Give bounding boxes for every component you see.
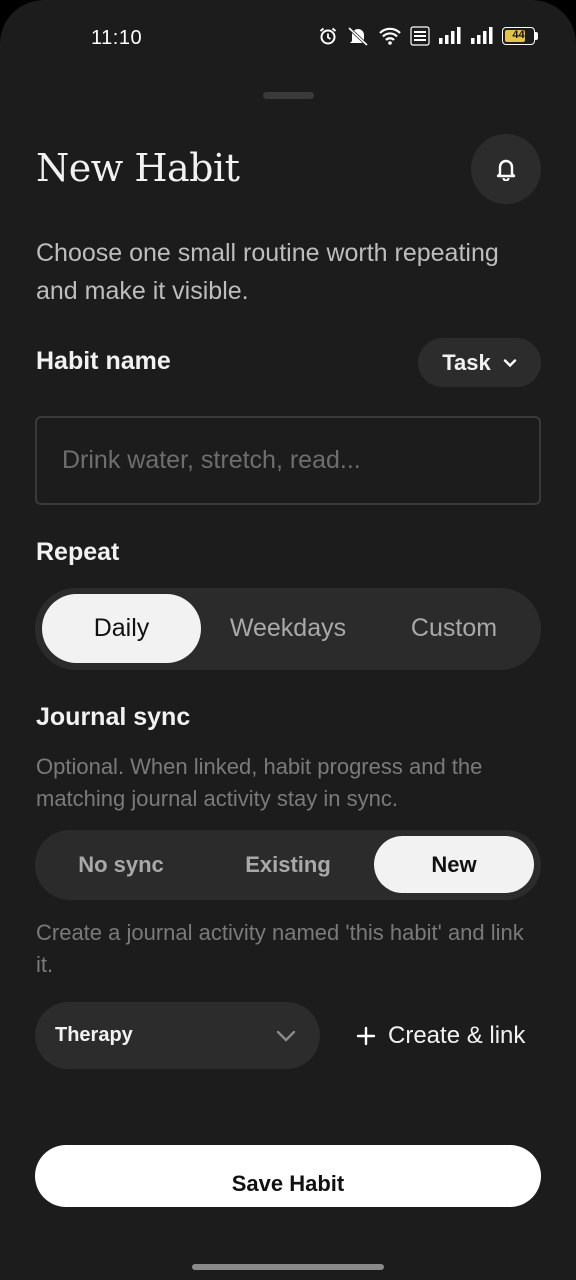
mute-icon	[347, 26, 369, 46]
status-time: 11:10	[91, 27, 143, 49]
repeat-option-weekdays[interactable]: Weekdays	[208, 594, 368, 663]
habit-name-label: Habit name	[36, 347, 171, 375]
habit-name-input[interactable]	[35, 416, 541, 505]
wifi-icon	[379, 27, 401, 45]
habit-type-selector[interactable]: Task	[418, 338, 541, 387]
journal-sync-label: Journal sync	[36, 703, 191, 731]
alarm-icon	[319, 27, 337, 45]
sync-option-no-sync[interactable]: No sync	[41, 836, 201, 893]
plus-icon	[356, 1026, 376, 1046]
repeat-option-daily[interactable]: Daily	[42, 594, 201, 663]
volte-icon	[410, 26, 430, 46]
sync-option-new[interactable]: New	[374, 836, 534, 893]
save-habit-label: Save Habit	[231, 1171, 345, 1196]
journal-sync-segmented-control: No sync Existing New	[35, 830, 541, 900]
save-habit-button[interactable]: Save Habit	[35, 1145, 541, 1207]
reminder-button[interactable]	[471, 134, 541, 204]
battery-icon: 44	[502, 27, 538, 45]
intro-text: Choose one small routine worth repeating…	[36, 239, 499, 305]
chevron-down-icon	[503, 358, 516, 367]
status-icons: 44	[318, 26, 538, 46]
signal-icon-1	[439, 27, 461, 44]
home-indicator[interactable]	[192, 1264, 384, 1270]
chevron-down-icon	[276, 1030, 296, 1042]
new-habit-sheet: 11:10 44 New Habit Choose one small rout…	[0, 0, 576, 1280]
repeat-segmented-control: Daily Weekdays Custom	[35, 588, 541, 670]
journal-sync-hint: Create a journal activity named 'this ha…	[36, 920, 524, 977]
sheet-drag-handle[interactable]	[263, 92, 314, 99]
habit-type-value: Task	[442, 349, 491, 375]
create-and-link-button[interactable]: Create & link	[356, 1012, 525, 1060]
repeat-label: Repeat	[36, 538, 120, 566]
sync-option-existing[interactable]: Existing	[208, 836, 368, 893]
journal-category-select[interactable]: Therapy	[35, 1002, 320, 1069]
repeat-option-custom[interactable]: Custom	[374, 594, 534, 663]
journal-sync-description: Optional. When linked, habit progress an…	[36, 754, 483, 811]
battery-level: 44	[512, 29, 525, 41]
signal-icon-2	[471, 27, 493, 44]
page-title: New Habit	[36, 146, 240, 190]
journal-category-value: Therapy	[55, 1024, 133, 1046]
create-and-link-label: Create & link	[388, 1022, 526, 1049]
bell-icon	[496, 159, 516, 181]
